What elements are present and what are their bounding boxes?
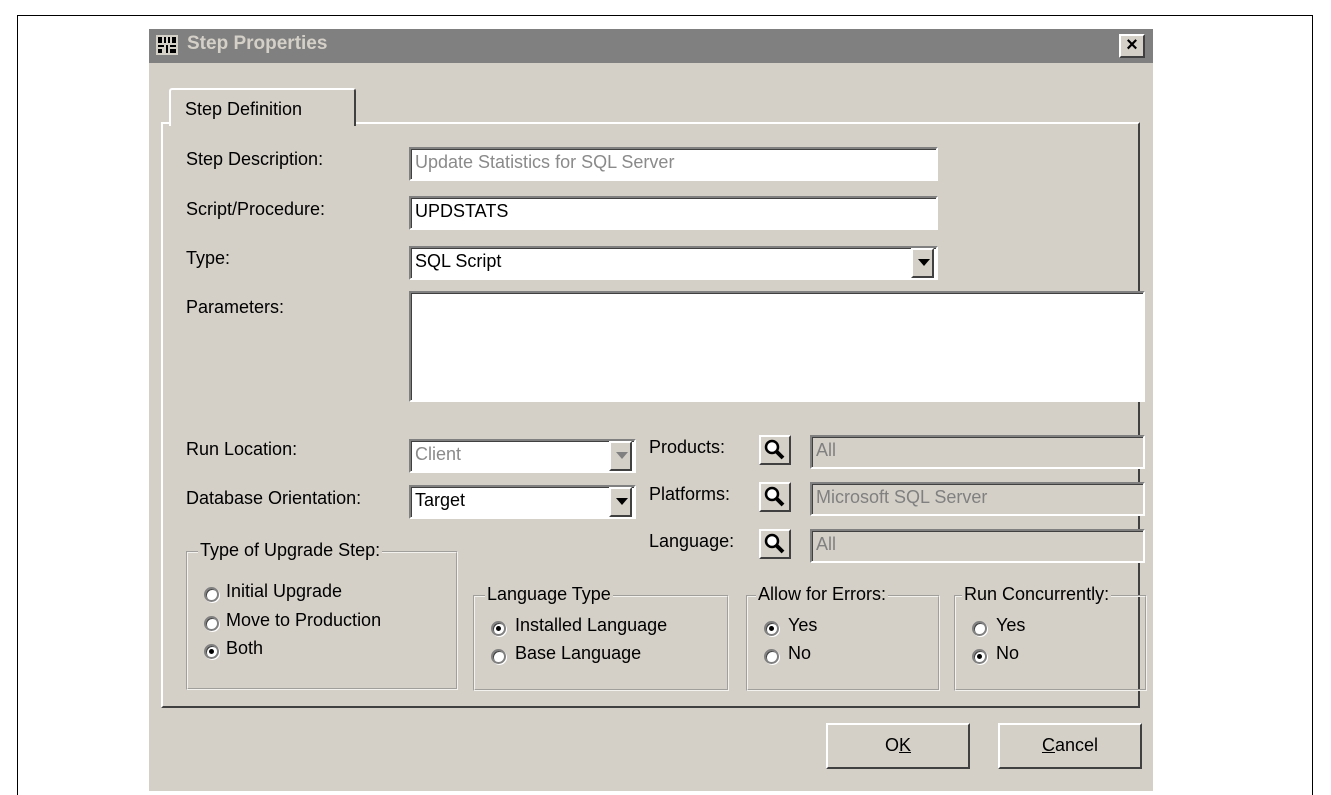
radio-allow-errors-yes[interactable] xyxy=(764,621,779,636)
language-type-legend: Language Type xyxy=(485,584,613,605)
tab-label: Step Definition xyxy=(185,99,303,119)
language-value: All xyxy=(816,534,837,554)
run-location-label: Run Location: xyxy=(186,439,298,459)
chevron-down-icon[interactable] xyxy=(609,487,632,517)
upgrade-step-group: Type of Upgrade Step: Initial Upgrade Mo… xyxy=(186,540,458,690)
radio-label: Initial Upgrade xyxy=(226,581,343,601)
script-procedure-value: UPDSTATS xyxy=(415,201,509,221)
radio-label: Yes xyxy=(996,615,1026,635)
step-description-value: Update Statistics for SQL Server xyxy=(415,152,675,172)
ok-hotkey: K xyxy=(899,735,912,755)
database-orientation-select[interactable]: Target xyxy=(409,485,636,519)
radio-both[interactable] xyxy=(204,644,219,659)
type-select[interactable]: SQL Script xyxy=(409,246,938,280)
radio-label: Base Language xyxy=(515,643,642,663)
radio-label: Installed Language xyxy=(515,615,668,635)
script-procedure-field[interactable]: UPDSTATS xyxy=(409,196,938,230)
allow-errors-group: Allow for Errors: Yes No xyxy=(746,584,940,691)
radio-move-to-production[interactable] xyxy=(204,616,219,631)
platforms-value: Microsoft SQL Server xyxy=(816,487,988,507)
platforms-lookup-button[interactable] xyxy=(759,482,791,512)
products-field[interactable]: All xyxy=(810,435,1145,469)
radio-base-language[interactable] xyxy=(491,649,506,664)
cancel-button[interactable]: Cancel xyxy=(998,723,1142,769)
radio-allow-errors-no[interactable] xyxy=(764,649,779,664)
radio-initial-upgrade[interactable] xyxy=(204,587,219,602)
cancel-hotkey: C xyxy=(1041,735,1055,755)
database-orientation-value: Target xyxy=(415,490,466,510)
language-label: Language: xyxy=(649,531,735,551)
upgrade-step-legend: Type of Upgrade Step: xyxy=(198,540,383,561)
allow-errors-legend: Allow for Errors: xyxy=(756,584,889,605)
products-lookup-button[interactable] xyxy=(759,435,791,465)
window-title: Step Properties xyxy=(187,33,328,54)
database-orientation-label: Database Orientation: xyxy=(186,488,362,508)
app-logo-icon xyxy=(156,35,178,55)
step-description-label: Step Description: xyxy=(186,149,324,169)
run-concurrently-legend: Run Concurrently: xyxy=(962,584,1112,605)
radio-label: Move to Production xyxy=(226,610,382,630)
ok-button[interactable]: OK xyxy=(826,723,970,769)
language-type-group: Language Type Installed Language Base La… xyxy=(473,584,729,691)
magnifier-icon xyxy=(764,439,785,460)
step-description-field[interactable]: Update Statistics for SQL Server xyxy=(409,147,938,181)
close-icon: × xyxy=(1126,34,1138,56)
platforms-label: Platforms: xyxy=(649,484,731,504)
products-value: All xyxy=(816,440,837,460)
parameters-textarea[interactable] xyxy=(409,291,1145,402)
radio-run-concurrently-yes[interactable] xyxy=(972,621,987,636)
radio-label: Both xyxy=(226,638,264,658)
radio-run-concurrently-no[interactable] xyxy=(972,649,987,664)
platforms-field[interactable]: Microsoft SQL Server xyxy=(810,482,1145,516)
language-field[interactable]: All xyxy=(810,529,1145,563)
cancel-label: ancel xyxy=(1054,735,1099,755)
radio-label: No xyxy=(996,643,1020,663)
magnifier-icon xyxy=(764,533,785,554)
script-procedure-label: Script/Procedure: xyxy=(186,199,326,219)
tab-step-definition[interactable]: Step Definition xyxy=(169,88,356,126)
type-value: SQL Script xyxy=(415,251,502,271)
close-button[interactable]: × xyxy=(1119,34,1145,58)
step-properties-dialog: Step Properties × Step Definition Step D… xyxy=(149,29,1153,791)
ok-label: O xyxy=(884,735,899,755)
radio-label: No xyxy=(788,643,812,663)
parameters-label: Parameters: xyxy=(186,297,285,317)
chevron-down-icon[interactable] xyxy=(609,441,632,471)
chevron-down-icon[interactable] xyxy=(911,248,934,278)
radio-installed-language[interactable] xyxy=(491,621,506,636)
title-bar[interactable]: Step Properties × xyxy=(149,29,1153,63)
radio-label: Yes xyxy=(788,615,818,635)
type-label: Type: xyxy=(186,248,231,268)
language-lookup-button[interactable] xyxy=(759,529,791,559)
products-label: Products: xyxy=(649,437,726,457)
run-concurrently-group: Run Concurrently: Yes No xyxy=(954,584,1147,691)
run-location-value: Client xyxy=(415,444,462,464)
magnifier-icon xyxy=(764,486,785,507)
run-location-select[interactable]: Client xyxy=(409,439,636,473)
